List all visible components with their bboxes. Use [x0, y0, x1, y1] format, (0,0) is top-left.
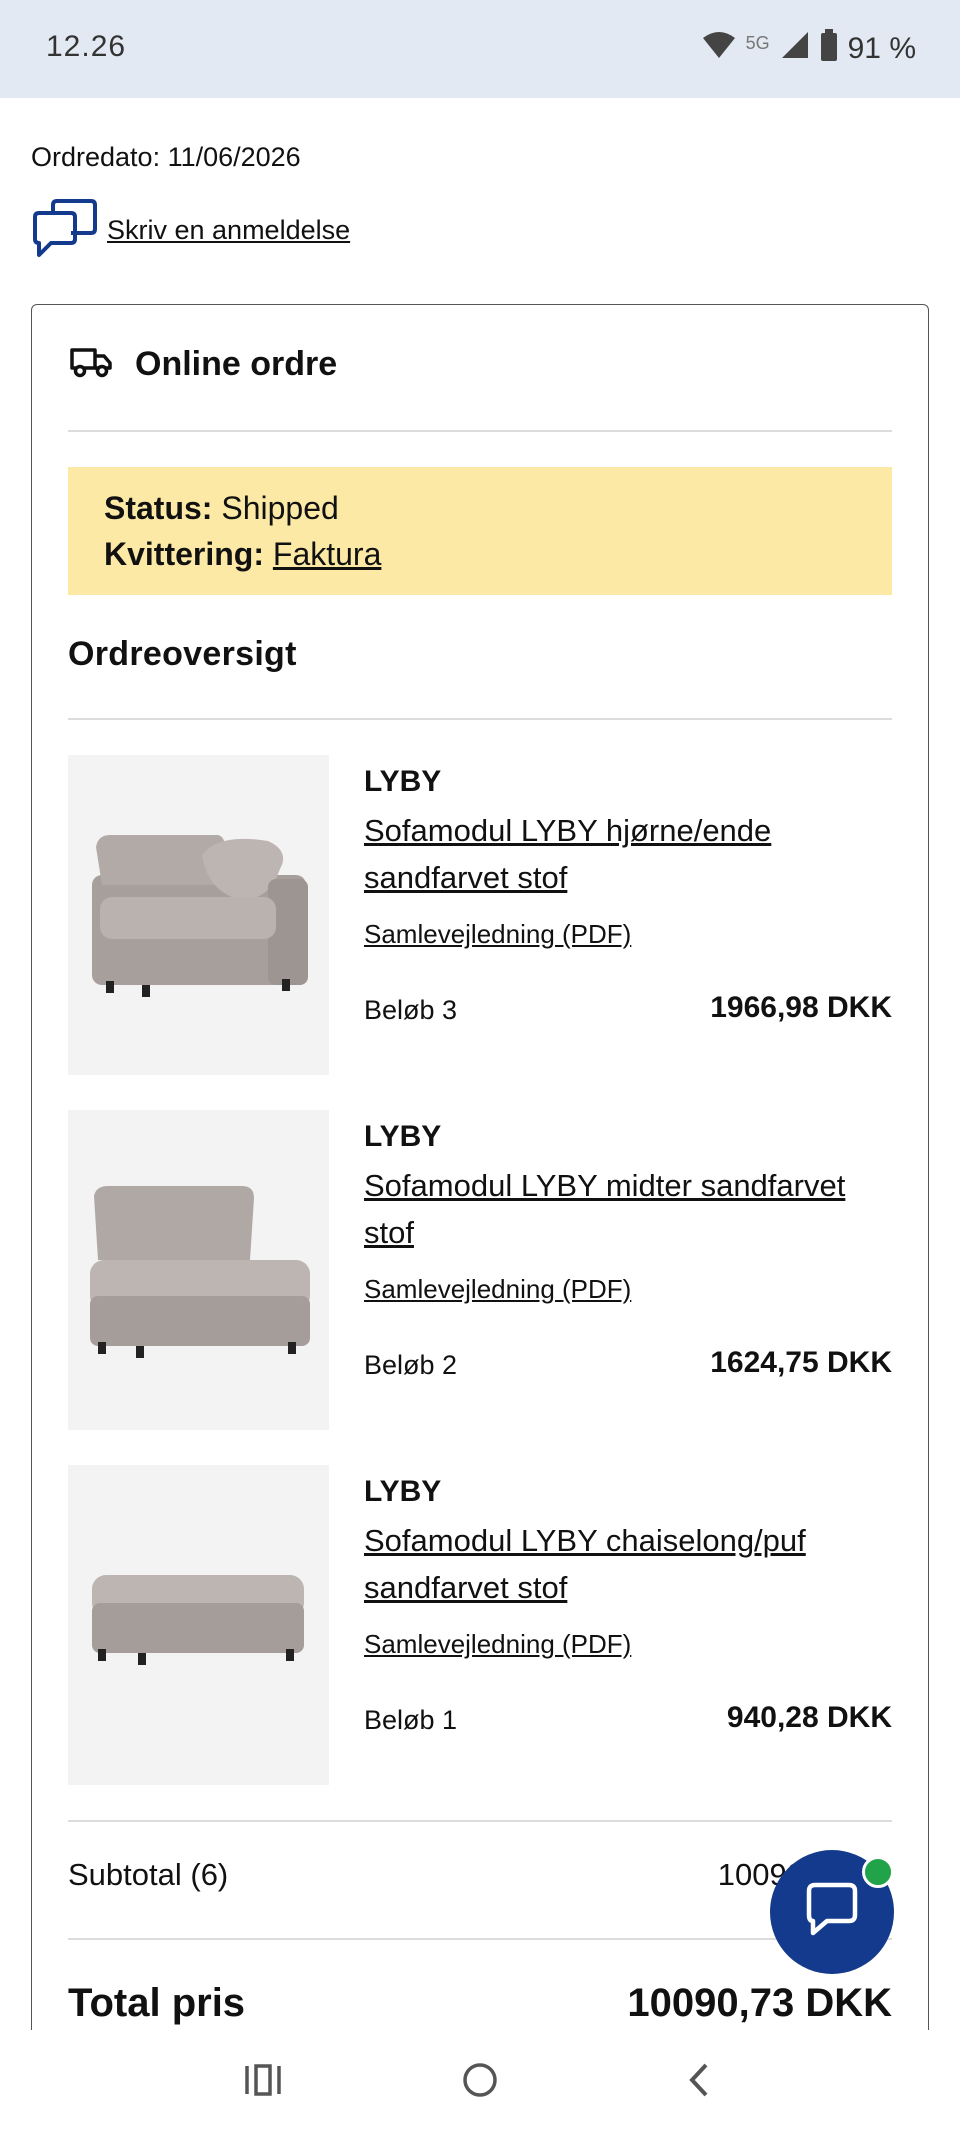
write-review-label[interactable]: Skriv en anmeldelse	[107, 215, 350, 246]
truck-icon	[69, 346, 113, 383]
product-price: 1966,98 DKK	[710, 991, 892, 1024]
product-price: 1624,75 DKK	[710, 1346, 892, 1379]
network-type: 5G	[745, 32, 770, 53]
online-indicator	[862, 1856, 894, 1888]
list-item: LYBY Sofamodul LYBY midter sandfarvet st…	[68, 1110, 892, 1430]
product-brand: LYBY	[364, 1120, 442, 1153]
back-icon	[684, 2061, 712, 2104]
assembly-guide-link[interactable]: Samlevejledning (PDF)	[364, 919, 631, 950]
order-card: Online ordre Status: Shipped Kvittering:…	[31, 304, 929, 2064]
divider	[68, 1938, 892, 1940]
chat-bubbles-icon	[31, 195, 99, 266]
product-quantity: Beløb 3	[364, 995, 458, 1025]
status-box: Status: Shipped Kvittering: Faktura	[68, 467, 892, 595]
receipt-line: Kvittering: Faktura	[104, 531, 856, 577]
home-button[interactable]	[450, 2056, 510, 2108]
assembly-guide-link[interactable]: Samlevejledning (PDF)	[364, 1629, 631, 1660]
product-brand: LYBY	[364, 1475, 442, 1508]
recent-apps-button[interactable]	[233, 2056, 293, 2108]
card-header: Online ordre	[69, 345, 337, 384]
status-label: Status:	[104, 490, 213, 526]
product-image[interactable]	[68, 1465, 329, 1785]
receipt-label: Kvittering:	[104, 536, 264, 572]
total-value: 10090,73 DKK	[627, 1981, 892, 2025]
recent-apps-icon	[243, 2063, 283, 2102]
product-price: 940,28 DKK	[726, 1701, 892, 1734]
product-image[interactable]	[68, 1110, 329, 1430]
order-date: Ordredato: 11/06/2026	[31, 142, 301, 172]
home-icon	[461, 2061, 499, 2104]
product-name-link[interactable]: Sofamodul LYBY chaiselong/puf sandfarvet…	[364, 1517, 892, 1611]
product-name-link[interactable]: Sofamodul LYBY hjørne/ende sandfarvet st…	[364, 807, 892, 901]
battery-level: 91 %	[847, 32, 916, 65]
product-quantity: Beløb 2	[364, 1350, 458, 1380]
product-image[interactable]	[68, 755, 329, 1075]
order-overview-title: Ordreoversigt	[68, 635, 297, 673]
product-name-link[interactable]: Sofamodul LYBY midter sandfarvet stof	[364, 1162, 892, 1256]
card-title: Online ordre	[135, 345, 338, 383]
status-line: Status: Shipped	[104, 485, 856, 531]
list-item: LYBY Sofamodul LYBY chaiselong/puf sandf…	[68, 1465, 892, 1785]
write-review-link[interactable]: Skriv en anmeldelse	[31, 195, 350, 266]
product-brand: LYBY	[364, 765, 442, 798]
list-item: LYBY Sofamodul LYBY hjørne/ende sandfarv…	[68, 755, 892, 1075]
divider	[68, 430, 892, 432]
chat-bubble-icon	[803, 1881, 861, 1944]
back-button[interactable]	[668, 2056, 728, 2108]
divider	[68, 1820, 892, 1822]
signal-icon	[780, 30, 810, 68]
clock: 12.26	[46, 30, 127, 63]
product-quantity: Beløb 1	[364, 1705, 458, 1735]
battery-icon	[820, 29, 838, 69]
invoice-link[interactable]: Faktura	[273, 536, 381, 572]
status-value: Shipped	[221, 490, 339, 526]
wifi-icon	[702, 30, 736, 68]
status-icons: 5G 91 %	[702, 29, 916, 69]
assembly-guide-link[interactable]: Samlevejledning (PDF)	[364, 1274, 631, 1305]
divider	[68, 718, 892, 720]
subtotal-label: Subtotal (6)	[68, 1857, 229, 1892]
total-label: Total pris	[68, 1981, 246, 2025]
system-nav-bar	[0, 2030, 960, 2134]
status-bar: 12.26 5G 91 %	[0, 0, 960, 98]
